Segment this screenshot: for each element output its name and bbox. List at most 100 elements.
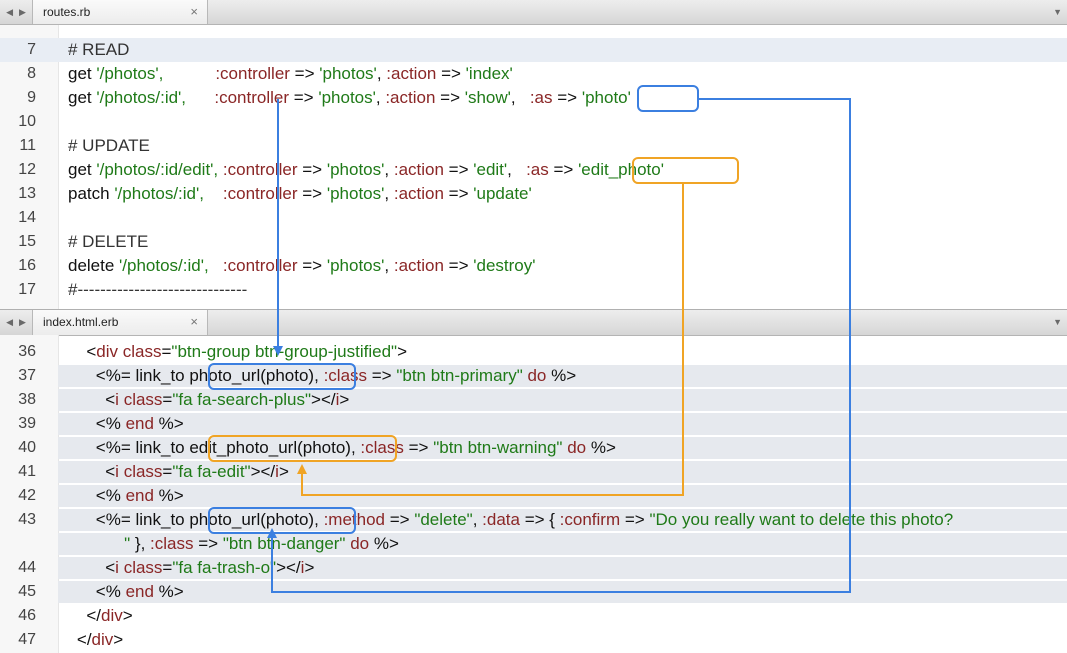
line-number: 41: [18, 463, 36, 480]
code-line[interactable]: 13 patch '/photos/:id', :controller => 'p…: [0, 182, 1067, 206]
code-line[interactable]: 41 <i class="fa fa-edit"></i>: [0, 460, 1067, 484]
code-token: =>: [443, 184, 474, 203]
code-token: =>: [620, 510, 650, 529]
code-token: end: [125, 414, 154, 433]
code-token: :as: [529, 88, 553, 107]
code-token: >: [339, 390, 350, 409]
code-token: 'photo': [581, 88, 631, 107]
line-number: 14: [18, 209, 36, 226]
code-token: 'destroy': [473, 256, 536, 275]
code-token: <: [58, 390, 116, 409]
code-line[interactable]: " }, :class => "btn btn-danger" do %>: [0, 532, 1067, 556]
code-line[interactable]: 47 </div>: [0, 628, 1067, 652]
close-icon[interactable]: ×: [190, 310, 198, 334]
code-text: get '/photos/:id/edit', :controller => '…: [68, 158, 664, 182]
code-line[interactable]: 39 <% end %>: [0, 412, 1067, 436]
code-token: :action: [385, 88, 436, 107]
code-line[interactable]: 11 # UPDATE: [0, 134, 1067, 158]
line-number: 11: [19, 137, 36, 154]
code-token: :method: [323, 510, 385, 529]
code-token: 'photos': [326, 160, 385, 179]
code-line[interactable]: 38 <i class="fa fa-search-plus"></i>: [0, 388, 1067, 412]
code-token: edit_photo_url(photo): [189, 438, 351, 457]
code-token: <: [58, 342, 97, 361]
tab-index-html-erb[interactable]: index.html.erb ×: [32, 310, 208, 335]
code-token: do: [350, 534, 370, 553]
code-token: =: [162, 558, 173, 577]
code-token: div: [91, 630, 114, 649]
code-token: :controller: [222, 160, 298, 179]
code-token: => {: [519, 510, 560, 529]
routes-editor-pane[interactable]: 7 # READ 8 get '/photos', :controller => 'p…: [0, 25, 1067, 309]
code-text: <i class="fa fa-search-plus"></i>: [58, 388, 349, 412]
tab-forward-icon[interactable]: ▶: [19, 7, 26, 18]
tab-routes-rb[interactable]: routes.rb ×: [32, 0, 208, 24]
code-token: "btn btn-warning": [433, 438, 563, 457]
code-text: # DELETE: [68, 230, 148, 254]
code-token: get: [68, 88, 97, 107]
line-number: 40: [18, 439, 36, 456]
code-line[interactable]: 42 <% end %>: [0, 484, 1067, 508]
chevron-down-icon[interactable]: ▼: [1053, 310, 1062, 334]
code-token: =>: [289, 64, 320, 83]
code-line[interactable]: 15 # DELETE: [0, 230, 1067, 254]
code-text: <%= link_to photo_url(photo), :class => …: [58, 364, 576, 388]
erb-editor-pane[interactable]: 36 <div class="btn-group btn-group-justi…: [0, 335, 1067, 653]
code-token: ,: [384, 256, 394, 275]
tab-back-icon[interactable]: ◀: [6, 317, 13, 328]
code-token: <%= link_to: [58, 438, 190, 457]
code-line[interactable]: 43 <%= link_to photo_url(photo), :method…: [0, 508, 1067, 532]
line-number: 45: [18, 583, 36, 600]
line-number: 16: [18, 257, 36, 274]
code-token: get: [68, 160, 97, 179]
code-token: do: [527, 366, 547, 385]
code-token: :confirm: [559, 510, 621, 529]
code-line[interactable]: 14: [0, 206, 1067, 230]
code-line[interactable]: 36 <div class="btn-group btn-group-justi…: [0, 340, 1067, 364]
code-token: <%: [58, 582, 126, 601]
close-icon[interactable]: ×: [190, 0, 198, 24]
code-token: :action: [393, 160, 444, 179]
code-line[interactable]: 46 </div>: [0, 604, 1067, 628]
code-line[interactable]: 17 #------------------------------: [0, 278, 1067, 302]
code-token: %>: [369, 534, 399, 553]
line-number: 42: [18, 487, 36, 504]
line-number: 7: [27, 41, 36, 58]
code-token: =>: [367, 366, 397, 385]
tab-label: routes.rb: [43, 5, 91, 19]
code-line[interactable]: 16 delete '/photos/:id', :controller => '…: [0, 254, 1067, 278]
code-line[interactable]: 7 # READ: [0, 38, 1067, 62]
chevron-down-icon[interactable]: ▼: [1053, 0, 1062, 24]
code-line[interactable]: 10: [0, 110, 1067, 134]
code-line[interactable]: 8 get '/photos', :controller => 'photos',…: [0, 62, 1067, 86]
code-token: do: [567, 438, 587, 457]
code-token: "Do you really want to delete this photo…: [649, 510, 954, 529]
code-line[interactable]: 12 get '/photos/:id/edit', :controller =>…: [0, 158, 1067, 182]
code-token: </: [58, 630, 92, 649]
code-token: '/photos/:id/edit',: [96, 160, 219, 179]
code-line[interactable]: 45 <% end %>: [0, 580, 1067, 604]
line-number: 13: [18, 185, 36, 202]
tab-forward-icon[interactable]: ▶: [19, 317, 26, 328]
code-token: >: [397, 342, 407, 361]
code-line[interactable]: 37 <%= link_to photo_url(photo), :class …: [0, 364, 1067, 388]
code-token: %>: [153, 582, 184, 601]
code-token: ,: [314, 366, 324, 385]
code-text: <% end %>: [58, 580, 184, 604]
code-line[interactable]: 44 <i class="fa fa-trash-o"></i>: [0, 556, 1067, 580]
code-token: :action: [393, 184, 444, 203]
code-text: <% end %>: [58, 484, 184, 508]
code-token: # DELETE: [68, 232, 149, 251]
code-token: :controller: [215, 64, 290, 83]
tab-nav-arrows: ◀ ▶: [0, 310, 32, 335]
tab-back-icon[interactable]: ◀: [6, 7, 13, 18]
code-line[interactable]: 9 get '/photos/:id', :controller => 'phot…: [0, 86, 1067, 110]
code-token: 'show': [464, 88, 511, 107]
code-line[interactable]: 40 <%= link_to edit_photo_url(photo), :c…: [0, 436, 1067, 460]
code-token: <: [58, 462, 116, 481]
code-token: =>: [297, 256, 327, 275]
code-token: :class: [323, 366, 368, 385]
